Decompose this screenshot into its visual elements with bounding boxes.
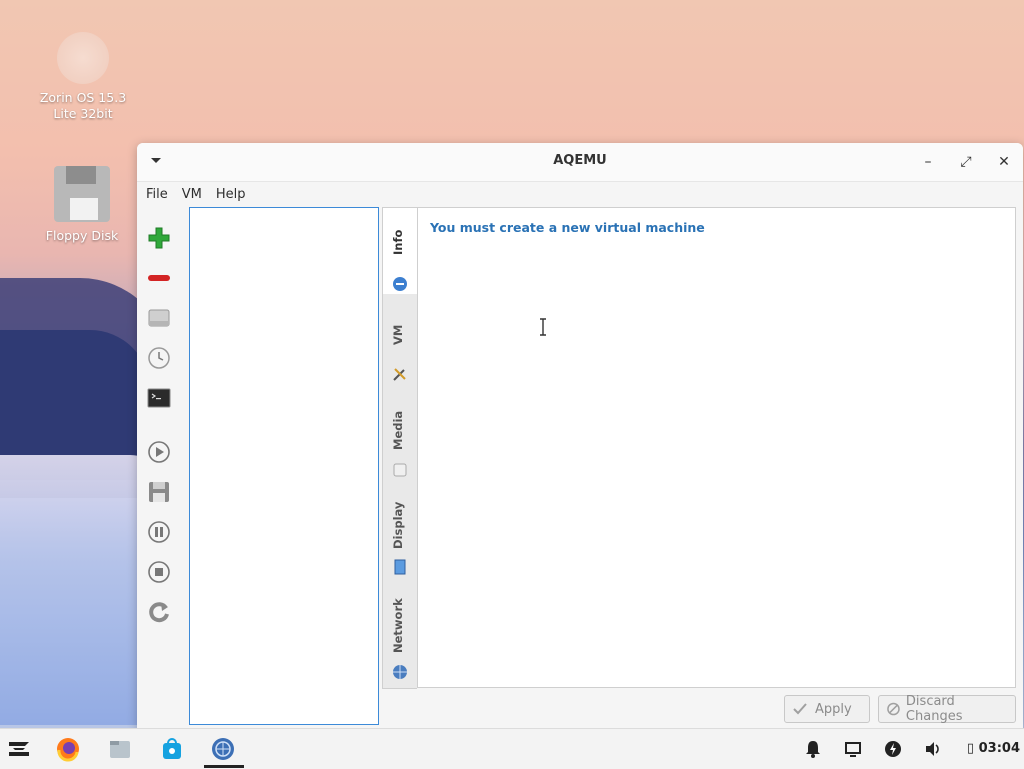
hard-drive-icon[interactable] <box>146 305 172 331</box>
clock-icon[interactable] <box>146 345 172 371</box>
reload-icon[interactable] <box>146 599 172 625</box>
desktop-icon-label: Floppy Disk <box>45 228 119 243</box>
remove-vm-icon[interactable] <box>146 265 172 291</box>
tab-vm[interactable]: VM <box>383 302 417 386</box>
tab-network[interactable]: Network <box>383 590 417 684</box>
taskbar-clock[interactable]: ▯ 03:04 <box>967 741 1020 756</box>
tab-display[interactable]: Display <box>383 493 417 579</box>
discard-changes-button[interactable]: Discard Changes <box>878 694 1016 724</box>
info-icon <box>393 277 407 291</box>
floppy-disk-icon <box>54 166 110 222</box>
tab-label: Display <box>391 501 405 549</box>
power-icon[interactable] <box>883 739 903 759</box>
info-panel: You must create a new virtual machine <box>417 207 1016 688</box>
terminal-icon[interactable] <box>146 385 172 411</box>
window-title: AQEMU <box>553 153 607 168</box>
screen-icon[interactable] <box>843 739 863 759</box>
tab-label: Info <box>391 229 405 255</box>
add-vm-icon[interactable] <box>146 225 172 251</box>
vm-list[interactable] <box>189 207 379 725</box>
save-icon[interactable] <box>146 479 172 505</box>
tab-label: Media <box>391 410 405 450</box>
media-icon <box>393 463 407 477</box>
tab-info[interactable]: Info <box>383 208 420 294</box>
software-store-icon[interactable] <box>159 736 185 762</box>
maximize-button[interactable]: ⤢ <box>955 151 977 173</box>
tab-media[interactable]: Media <box>383 398 417 482</box>
cancel-icon <box>887 702 900 716</box>
network-icon <box>393 665 407 679</box>
volume-icon[interactable] <box>923 739 943 759</box>
calendar-icon: ▯ <box>966 741 975 756</box>
clock-time: 03:04 <box>978 741 1020 756</box>
apply-label: Apply <box>815 701 852 717</box>
menu-bar: File VM Help <box>137 182 1023 206</box>
tools-icon <box>393 368 406 381</box>
stop-icon[interactable] <box>146 559 172 585</box>
apply-button[interactable]: Apply <box>784 695 870 723</box>
play-icon[interactable] <box>146 439 172 465</box>
pause-icon[interactable] <box>146 519 172 545</box>
display-icon <box>394 559 406 575</box>
menu-file[interactable]: File <box>141 187 173 202</box>
desktop-icon-zorin[interactable]: Zorin OS 15.3 Lite 32bit <box>28 32 138 122</box>
desktop-icon-floppy[interactable]: Floppy Disk <box>27 166 137 244</box>
taskbar: ▯ 03:04 <box>0 728 1024 769</box>
bell-icon[interactable] <box>803 739 823 759</box>
discard-label: Discard Changes <box>905 694 963 724</box>
desktop-icon-label: Zorin OS 15.3 Lite 32bit <box>39 90 127 121</box>
aqemu-window: AQEMU – ⤢ ✕ File VM Help Info VM Media D… <box>137 143 1023 728</box>
title-bar[interactable]: AQEMU – ⤢ ✕ <box>137 143 1023 182</box>
minimize-button[interactable]: – <box>917 151 939 173</box>
disc-icon <box>57 32 109 84</box>
info-message: You must create a new virtual machine <box>430 220 705 235</box>
check-icon <box>793 703 807 715</box>
firefox-icon[interactable] <box>55 736 81 762</box>
files-icon[interactable] <box>107 736 133 762</box>
tab-label: VM <box>391 324 405 346</box>
tab-label: Network <box>391 598 405 654</box>
menu-help[interactable]: Help <box>211 187 251 202</box>
vm-tabs: Info VM Media Display Network <box>382 207 420 689</box>
zorin-menu-icon[interactable] <box>6 736 32 762</box>
aqemu-icon[interactable] <box>210 736 236 762</box>
text-cursor-icon <box>540 318 546 336</box>
menu-vm[interactable]: VM <box>177 187 207 202</box>
close-button[interactable]: ✕ <box>993 151 1015 173</box>
